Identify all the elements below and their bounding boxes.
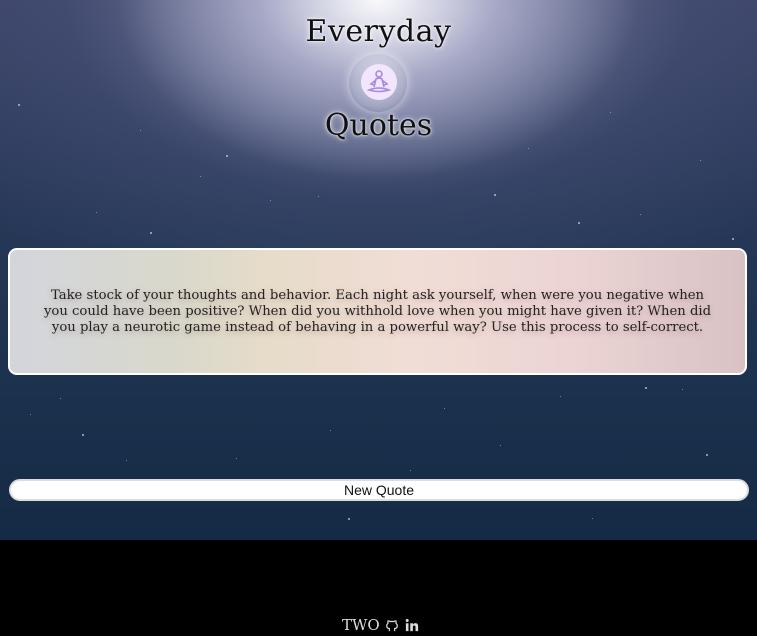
app-root: Everyday Quotes Take stock of your thoug… — [0, 0, 757, 636]
footer-brand: TWO — [342, 616, 380, 634]
app-title-top: Everyday — [305, 14, 452, 49]
app-title-bottom: Quotes — [324, 108, 433, 143]
new-quote-button[interactable]: New Quote — [9, 479, 749, 501]
quote-text: Take stock of your thoughts and behavior… — [43, 287, 712, 335]
meditation-icon — [361, 64, 397, 100]
footer-links: TWO — [342, 615, 420, 635]
quote-card: Take stock of your thoughts and behavior… — [8, 248, 747, 375]
github-icon[interactable] — [384, 617, 400, 633]
linkedin-icon[interactable] — [404, 617, 420, 633]
